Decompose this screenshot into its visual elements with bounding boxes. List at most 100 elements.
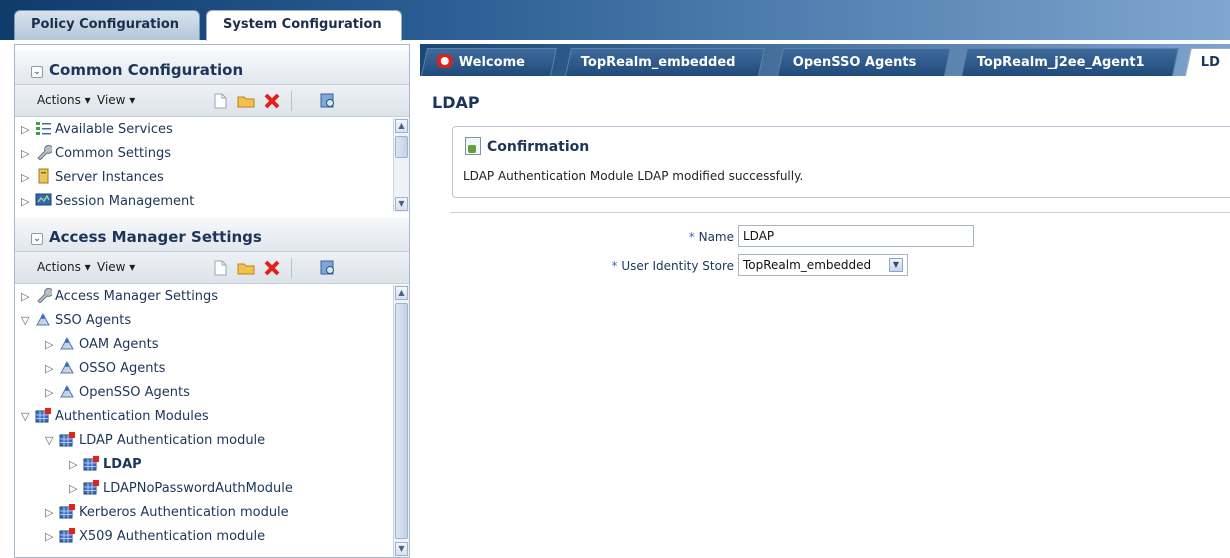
tree-item-available-services[interactable]: ▷ Available Services	[21, 118, 173, 142]
expand-icon[interactable]: ▷	[69, 453, 83, 477]
module-icon	[83, 456, 99, 471]
delete-icon[interactable]	[263, 259, 281, 277]
agent-icon	[36, 312, 50, 326]
collapse-icon[interactable]: ⌄	[31, 66, 43, 78]
access-manager-settings-header[interactable]: ⌄ Access Manager Settings	[15, 218, 409, 252]
tree-item-ldap[interactable]: ▷ LDAP	[69, 453, 142, 477]
access-manager-tree: ▷ Access Manager Settings ▽ SSO Agents ▷ OA…	[15, 285, 393, 557]
left-navigation-panel: ⌄ Common Configuration Actions ▾ View ▾ ▷…	[14, 44, 410, 558]
tab-system-configuration[interactable]: System Configuration	[206, 10, 402, 41]
collapse-tree-icon[interactable]: ▽	[21, 309, 35, 333]
wrench-icon	[37, 144, 52, 160]
tree-item-sso-agents[interactable]: ▽ SSO Agents	[21, 309, 131, 333]
tab-policy-configuration[interactable]: Policy Configuration	[14, 10, 200, 40]
module-icon	[83, 480, 99, 495]
tab-opensso-agents[interactable]: OpenSSO Agents	[777, 48, 951, 76]
agent-icon	[60, 336, 74, 350]
access-manager-toolbar: Actions ▾ View ▾	[15, 252, 409, 284]
confirmation-box: Confirmation LDAP Authentication Module …	[452, 126, 1230, 198]
agent-icon	[60, 384, 74, 398]
tree-item-access-manager-settings[interactable]: ▷ Access Manager Settings	[21, 285, 218, 309]
expand-icon[interactable]: ▷	[69, 477, 83, 501]
tab-toprealm-j2ee-agent1[interactable]: TopRealm_j2ee_Agent1	[961, 48, 1179, 76]
tree-item-session-management[interactable]: ▷ Session Management	[21, 190, 194, 212]
monitor-icon	[35, 193, 52, 206]
collapse-tree-icon[interactable]: ▽	[45, 429, 59, 453]
user-identity-store-value: TopRealm_embedded	[743, 258, 872, 272]
module-icon	[59, 528, 75, 543]
module-icon	[35, 408, 51, 423]
actions-menu[interactable]: Actions ▾	[37, 260, 91, 274]
scroll-up-icon[interactable]: ▲	[395, 119, 408, 133]
expand-icon[interactable]: ▷	[45, 357, 59, 381]
expand-icon[interactable]: ▷	[45, 501, 59, 525]
user-identity-store-select[interactable]: TopRealm_embedded ▼	[738, 254, 908, 276]
expand-icon[interactable]: ▷	[21, 118, 35, 142]
tab-toprealm-embedded[interactable]: TopRealm_embedded	[565, 48, 765, 76]
expand-icon[interactable]: ▷	[21, 142, 35, 166]
scroll-down-icon[interactable]: ▼	[395, 197, 408, 211]
main-content-panel: Welcome TopRealm_embedded OpenSSO Agents…	[420, 44, 1230, 558]
tree-item-authentication-modules[interactable]: ▽ Authentication Modules	[21, 405, 209, 429]
open-folder-icon[interactable]	[237, 259, 255, 277]
name-label: * Name	[688, 230, 734, 244]
expand-icon[interactable]: ▷	[21, 190, 35, 212]
tree-item-ldapnopasswordauthmodule[interactable]: ▷ LDAPNoPasswordAuthModule	[69, 477, 293, 501]
wrench-icon	[37, 287, 52, 303]
scroll-down-icon[interactable]: ▼	[395, 542, 408, 556]
tree-item-ldap-authentication-module[interactable]: ▽ LDAP Authentication module	[45, 429, 265, 453]
chevron-down-icon[interactable]: ▼	[889, 258, 903, 272]
tree-item-opensso-agents[interactable]: ▷ OpenSSO Agents	[45, 381, 190, 405]
collapse-icon[interactable]: ⌄	[31, 233, 43, 245]
tab-welcome[interactable]: Welcome	[421, 48, 557, 76]
toolbar-separator	[291, 258, 292, 278]
access-tree-scrollbar[interactable]: ▲ ▼	[393, 285, 409, 557]
tree-item-osso-agents[interactable]: ▷ OSSO Agents	[45, 357, 165, 381]
new-icon[interactable]	[211, 259, 229, 277]
scroll-thumb[interactable]	[395, 303, 408, 539]
new-icon[interactable]	[211, 92, 229, 110]
confirmation-heading: Confirmation	[465, 137, 589, 155]
module-icon	[59, 432, 75, 447]
confirmation-message: LDAP Authentication Module LDAP modified…	[463, 169, 804, 183]
toolbar-separator	[291, 91, 292, 111]
list-icon	[36, 122, 51, 135]
common-configuration-header[interactable]: ⌄ Common Configuration	[15, 51, 409, 85]
actions-menu[interactable]: Actions ▾	[37, 93, 91, 107]
server-icon	[38, 168, 49, 184]
top-tab-bar: Policy Configuration System Configuratio…	[0, 0, 1230, 41]
tree-item-common-settings[interactable]: ▷ Common Settings	[21, 142, 171, 166]
common-tree-scrollbar[interactable]: ▲ ▼	[393, 118, 409, 212]
confirmation-icon	[465, 137, 481, 155]
search-icon[interactable]	[319, 259, 337, 277]
tree-item-server-instances[interactable]: ▷ Server Instances	[21, 166, 164, 190]
tree-item-kerberos-authentication-module[interactable]: ▷ Kerberos Authentication module	[45, 501, 289, 525]
expand-icon[interactable]: ▷	[45, 525, 59, 549]
expand-icon[interactable]: ▷	[21, 166, 35, 190]
expand-icon[interactable]: ▷	[45, 381, 59, 405]
section-divider	[450, 212, 1230, 213]
scroll-up-icon[interactable]: ▲	[395, 286, 408, 300]
view-menu[interactable]: View ▾	[97, 260, 135, 274]
oracle-logo-icon	[436, 54, 453, 68]
document-tab-bar: Welcome TopRealm_embedded OpenSSO Agents…	[420, 44, 1230, 76]
module-icon	[59, 504, 75, 519]
access-manager-settings-title: Access Manager Settings	[49, 228, 262, 246]
name-field[interactable]: LDAP	[738, 225, 974, 247]
tree-item-x509-authentication-module[interactable]: ▷ X509 Authentication module	[45, 525, 265, 549]
common-configuration-toolbar: Actions ▾ View ▾	[15, 85, 409, 117]
tab-ldap[interactable]: LD	[1185, 48, 1230, 76]
delete-icon[interactable]	[263, 92, 281, 110]
common-configuration-title: Common Configuration	[49, 61, 244, 79]
collapse-tree-icon[interactable]: ▽	[21, 405, 35, 429]
expand-icon[interactable]: ▷	[45, 333, 59, 357]
open-folder-icon[interactable]	[237, 92, 255, 110]
page-title: LDAP	[432, 93, 480, 112]
agent-icon	[60, 360, 74, 374]
tree-item-oam-agents[interactable]: ▷ OAM Agents	[45, 333, 159, 357]
view-menu[interactable]: View ▾	[97, 93, 135, 107]
scroll-thumb[interactable]	[395, 136, 408, 158]
user-identity-store-label: * User Identity Store	[611, 259, 734, 273]
expand-icon[interactable]: ▷	[21, 285, 35, 309]
search-icon[interactable]	[319, 92, 337, 110]
